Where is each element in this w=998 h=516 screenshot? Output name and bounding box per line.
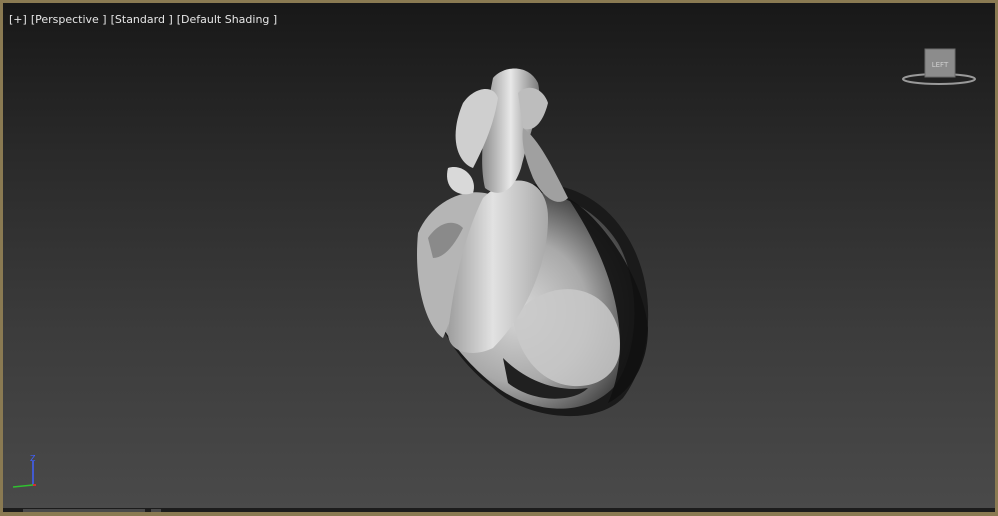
- heart-3d-model[interactable]: [403, 58, 663, 428]
- viewcube-navigation[interactable]: LEFT: [896, 43, 976, 93]
- viewport-shading-menu[interactable]: [Default Shading ]: [177, 13, 277, 26]
- viewport-point-of-view-menu[interactable]: [Perspective ]: [31, 13, 107, 26]
- axis-tripod: Z: [12, 454, 36, 488]
- viewcube-face-label: LEFT: [932, 61, 949, 69]
- viewport-scrollbar-thumb[interactable]: [23, 509, 145, 512]
- viewport-render-mode-menu[interactable]: [Standard ]: [111, 13, 173, 26]
- axis-z-label: Z: [30, 454, 36, 463]
- viewport-label-bar: [+] [Perspective ] [Standard ] [Default Sha…: [9, 13, 281, 26]
- viewport-general-menu[interactable]: [+]: [9, 13, 27, 26]
- viewport-scrollbar-handle[interactable]: [151, 509, 161, 512]
- perspective-viewport[interactable]: [+] [Perspective ] [Standard ] [Default Sha…: [0, 0, 998, 516]
